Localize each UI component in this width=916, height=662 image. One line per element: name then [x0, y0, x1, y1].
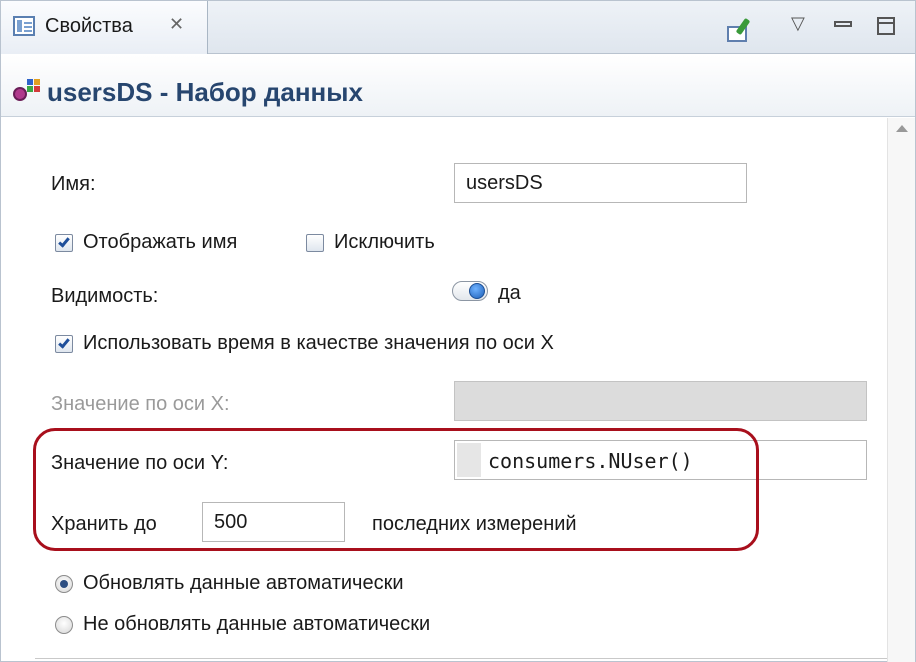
update-manual-radio[interactable]: [55, 616, 73, 634]
update-auto-label: Обновлять данные автоматически: [83, 572, 404, 594]
keep-label: Хранить до: [51, 513, 157, 535]
properties-panel: Свойства ✕ ▽ usersDS - Набор данных Имя:…: [0, 0, 916, 662]
update-auto-radio[interactable]: [55, 575, 73, 593]
tab-properties[interactable]: Свойства ✕: [1, 1, 208, 54]
x-value-label: Значение по оси X:: [51, 393, 230, 415]
show-name-label: Отображать имя: [83, 231, 238, 253]
tab-bar: Свойства ✕ ▽: [1, 1, 915, 54]
keep-suffix-label: последних измерений: [372, 513, 577, 535]
scroll-up-icon[interactable]: [896, 125, 908, 132]
use-time-checkbox[interactable]: [55, 335, 73, 353]
show-name-checkbox[interactable]: [55, 234, 73, 252]
tab-label: Свойства: [45, 15, 133, 37]
properties-view-icon: [13, 16, 35, 36]
minimize-icon[interactable]: [834, 21, 852, 27]
keep-count-field[interactable]: 500: [202, 502, 345, 542]
vertical-scrollbar[interactable]: [887, 118, 915, 662]
dataset-icon: [13, 79, 40, 101]
visibility-value: да: [498, 282, 521, 304]
name-field[interactable]: usersDS: [454, 163, 747, 203]
y-value-code: consumers.NUser(): [488, 449, 693, 473]
update-manual-label: Не обновлять данные автоматически: [83, 613, 431, 635]
panel-header: usersDS - Набор данных: [1, 55, 915, 117]
x-value-field: [454, 381, 867, 421]
y-value-label: Значение по оси Y:: [51, 452, 229, 474]
divider: [35, 658, 887, 659]
exclude-label: Исключить: [334, 231, 435, 253]
visibility-label: Видимость:: [51, 285, 159, 307]
pin-editor-icon[interactable]: [727, 17, 755, 44]
exclude-checkbox[interactable]: [306, 234, 324, 252]
view-menu-icon[interactable]: ▽: [791, 13, 805, 34]
y-value-field[interactable]: consumers.NUser(): [454, 440, 867, 480]
page-title: usersDS - Набор данных: [47, 77, 363, 107]
close-icon[interactable]: ✕: [169, 14, 184, 34]
maximize-icon[interactable]: [877, 17, 895, 35]
visibility-toggle[interactable]: [452, 281, 488, 301]
name-label: Имя:: [51, 173, 96, 195]
use-time-label: Использовать время в качестве значения п…: [83, 332, 554, 354]
